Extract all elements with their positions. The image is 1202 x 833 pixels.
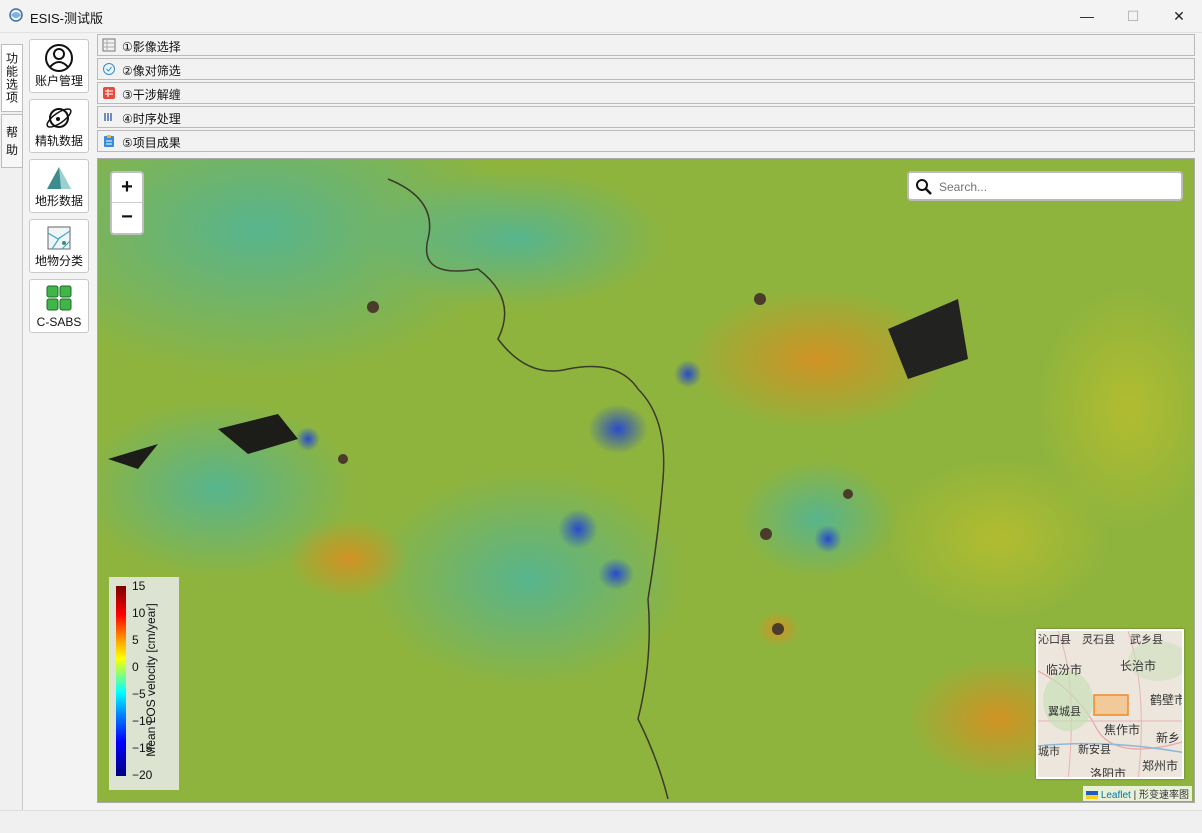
app-logo-icon — [9, 8, 23, 22]
side-tab-strip: 功能选项 帮 助 — [0, 44, 23, 810]
terrain-data-button[interactable]: 地形数据 — [29, 159, 89, 213]
satellite-orbit-icon — [46, 108, 72, 128]
minimap-label: 翼城县 — [1048, 706, 1081, 718]
colorbar-gradient — [116, 586, 126, 776]
results-clipboard-icon — [104, 135, 114, 147]
account-icon — [45, 44, 73, 72]
minimap-label: 灵石县 — [1082, 634, 1115, 646]
maximize-button[interactable]: ☐ — [1110, 0, 1156, 32]
minimap-label: 郑州市 — [1142, 759, 1179, 773]
panel-project-results[interactable]: ⑤项目成果 — [97, 130, 1195, 152]
status-bar — [0, 810, 1202, 833]
land-cover-button[interactable]: 地物分类 — [29, 219, 89, 273]
minimap-label: 洛阳市 — [1090, 767, 1127, 779]
zoom-in-button[interactable]: + — [112, 173, 142, 203]
minimap-label: 长治市 — [1120, 659, 1157, 673]
leaflet-link[interactable]: Leaflet — [1101, 790, 1131, 801]
minimap-label: 临汾市 — [1046, 663, 1083, 677]
tab-help[interactable]: 帮 助 — [1, 114, 23, 168]
panel-image-selection[interactable]: ①影像选择 — [97, 34, 1195, 56]
colorbar-tick: 5 — [132, 633, 139, 647]
window-title: ESIS-测试版 — [30, 11, 103, 26]
minimap-label: 新安县 — [1078, 744, 1111, 756]
check-circle-icon — [103, 63, 115, 75]
search-input[interactable] — [937, 176, 1177, 198]
attribution-text: | 形变速率图 — [1130, 790, 1189, 801]
colorbar-label: Mean LOS velocity [cm/year] — [144, 603, 158, 757]
map-attribution: Leaflet | 形变速率图 — [1083, 786, 1192, 801]
colorbar-legend: 15 10 5 0 −5 −10 −15 −20 Mean LOS veloci… — [109, 577, 179, 790]
minimap-label: 新乡 — [1156, 731, 1181, 745]
tool-column: 账户管理 精轨数据 地形数据 地物分类 C-SABS — [24, 34, 94, 810]
search-icon — [916, 179, 932, 195]
colorbar-tick: 15 — [132, 579, 146, 593]
panel-label: ③干涉解缠 — [122, 88, 181, 102]
account-management-button[interactable]: 账户管理 — [29, 39, 89, 93]
panel-interferometry[interactable]: ③干涉解缠 — [97, 82, 1195, 104]
minimap-label: 焦作市 — [1104, 723, 1141, 737]
c-sabs-button[interactable]: C-SABS — [29, 279, 89, 333]
minimap-label: 沁口县 — [1038, 634, 1071, 646]
minimap-label: 城市 — [1038, 746, 1060, 758]
tool-label: C-SABS — [36, 315, 82, 329]
panel-pair-filter[interactable]: ②像对筛选 — [97, 58, 1195, 80]
tab-functions[interactable]: 功能选项 — [1, 44, 23, 112]
title-bar: ESIS-测试版 — ☐ ✕ — [0, 0, 1202, 33]
precise-orbit-button[interactable]: 精轨数据 — [29, 99, 89, 153]
panel-label: ②像对筛选 — [122, 64, 181, 78]
flag-icon — [1086, 791, 1099, 800]
terrain-icon — [47, 167, 71, 189]
overview-minimap[interactable]: 沁口县 灵石县 武乡县 临汾市 长治市 鹤壁市 翼城县 焦作市 新乡 城市 新安… — [1036, 629, 1184, 779]
map-search — [907, 171, 1183, 201]
grid-icon — [46, 285, 72, 311]
panel-time-series[interactable]: ④时序处理 — [97, 106, 1195, 128]
minimize-button[interactable]: — — [1064, 0, 1110, 32]
landcover-icon — [47, 226, 71, 250]
tool-label: 地物分类 — [34, 254, 83, 268]
tool-label: 精轨数据 — [34, 134, 83, 148]
panel-label: ⑤项目成果 — [122, 136, 181, 150]
interferogram-icon — [103, 87, 115, 99]
minimap-label: 武乡县 — [1130, 634, 1163, 646]
time-series-icon — [104, 113, 112, 121]
minimap-label: 鹤壁市 — [1150, 693, 1184, 707]
colorbar-tick: −20 — [132, 768, 153, 782]
panel-label: ④时序处理 — [122, 112, 181, 126]
deformation-map[interactable]: + − 15 10 5 0 −5 −10 −15 −20 Mean LOS ve… — [97, 158, 1195, 803]
colorbar-tick: 0 — [132, 660, 139, 674]
velocity-raster — [98, 159, 1194, 802]
zoom-control: + − — [110, 171, 144, 235]
tool-label: 账户管理 — [34, 74, 83, 88]
tool-label: 地形数据 — [34, 194, 83, 208]
image-select-icon — [102, 38, 116, 52]
close-button[interactable]: ✕ — [1156, 0, 1202, 32]
panel-label: ①影像选择 — [122, 40, 181, 54]
zoom-out-button[interactable]: − — [112, 203, 142, 232]
